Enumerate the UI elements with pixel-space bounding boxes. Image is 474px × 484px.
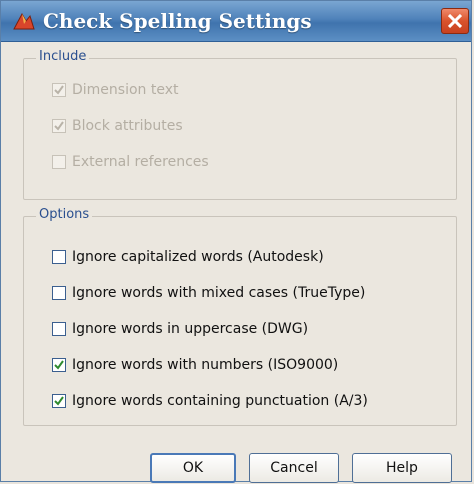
checkbox[interactable] — [52, 322, 66, 336]
checkbox[interactable] — [52, 358, 66, 372]
title-bar[interactable]: Check Spelling Settings — [1, 1, 471, 42]
app-logo-icon — [13, 12, 35, 30]
checkbox-block-attributes: Block attributes — [52, 115, 183, 137]
checkbox-ignore-capitalized[interactable]: Ignore capitalized words (Autodesk) — [52, 246, 324, 268]
checkmark-icon — [54, 360, 64, 370]
close-icon — [448, 14, 462, 28]
checkbox-ignore-mixed-cases[interactable]: Ignore words with mixed cases (TrueType) — [52, 282, 365, 304]
checkmark-icon — [54, 396, 64, 406]
checkbox-label[interactable]: Ignore capitalized words (Autodesk) — [72, 249, 324, 265]
checkbox-label: Block attributes — [72, 118, 183, 134]
checkbox-dimension-text: Dimension text — [52, 79, 179, 101]
checkbox-label[interactable]: Ignore words with numbers (ISO9000) — [72, 357, 338, 373]
options-group-label: Options — [36, 207, 93, 222]
checkbox-ignore-uppercase[interactable]: Ignore words in uppercase (DWG) — [52, 318, 308, 340]
checkbox — [52, 155, 66, 169]
ok-button[interactable]: OK — [150, 453, 236, 483]
checkbox[interactable] — [52, 250, 66, 264]
include-group: Include Dimension text Block attributes … — [23, 49, 457, 200]
close-button[interactable] — [441, 8, 469, 34]
checkbox-label[interactable]: Ignore words in uppercase (DWG) — [72, 321, 308, 337]
help-button[interactable]: Help — [352, 453, 452, 483]
window-title: Check Spelling Settings — [43, 9, 312, 33]
checkbox-label: External references — [72, 154, 209, 170]
checkbox-label: Dimension text — [72, 82, 179, 98]
checkbox-label[interactable]: Ignore words containing punctuation (A/3… — [72, 393, 368, 409]
checkbox[interactable] — [52, 286, 66, 300]
checkbox — [52, 119, 66, 133]
checkbox[interactable] — [52, 394, 66, 408]
cancel-button[interactable]: Cancel — [249, 453, 339, 483]
checkbox-ignore-numbers[interactable]: Ignore words with numbers (ISO9000) — [52, 354, 338, 376]
dialog-window: Check Spelling Settings Include Dimensio… — [0, 0, 472, 483]
options-group: Options Ignore capitalized words (Autode… — [23, 207, 457, 426]
checkbox — [52, 83, 66, 97]
checkbox-label[interactable]: Ignore words with mixed cases (TrueType) — [72, 285, 365, 301]
checkbox-ignore-punctuation[interactable]: Ignore words containing punctuation (A/3… — [52, 390, 368, 412]
checkbox-external-references: External references — [52, 151, 209, 173]
checkmark-icon — [54, 85, 64, 95]
checkmark-icon — [54, 121, 64, 131]
include-group-label: Include — [36, 49, 90, 64]
